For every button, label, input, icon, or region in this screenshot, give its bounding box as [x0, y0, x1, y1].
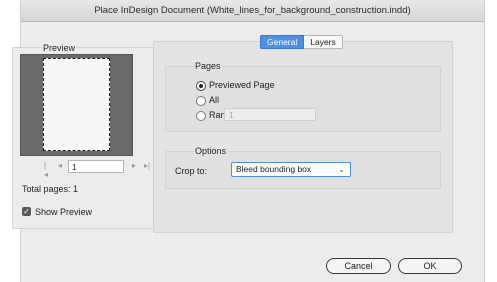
tab-layers[interactable]: Layers — [304, 35, 343, 49]
tab-bar: General Layers — [260, 35, 343, 49]
page-number-input[interactable]: 1 — [68, 160, 124, 173]
crop-to-label: Crop to: — [175, 166, 208, 176]
preview-page — [43, 58, 110, 151]
chevron-down-icon: ⌄ — [338, 165, 345, 174]
pages-group — [165, 66, 441, 132]
show-preview-label: Show Preview — [35, 207, 93, 217]
radio-on-icon[interactable] — [196, 81, 206, 91]
crop-to-value: Bleed bounding box — [236, 164, 312, 174]
total-pages-label: Total pages: 1 — [22, 184, 79, 194]
preview-thumbnail — [20, 54, 133, 156]
pages-legend: Pages — [194, 61, 222, 71]
last-page-icon[interactable]: ▸| — [144, 161, 150, 170]
checkbox-checked-icon[interactable]: ✓ — [22, 207, 31, 216]
first-page-icon[interactable]: |◂ — [44, 161, 48, 179]
tab-general[interactable]: General — [260, 35, 305, 49]
ok-button[interactable]: OK — [398, 258, 462, 274]
radio-off-icon[interactable] — [196, 96, 206, 106]
options-legend: Options — [194, 146, 228, 156]
next-page-icon[interactable]: ▸ — [132, 161, 136, 170]
crop-to-select[interactable]: Bleed bounding box ⌄ — [231, 162, 351, 177]
range-input[interactable]: 1 — [224, 108, 316, 121]
radio-off-icon[interactable] — [196, 111, 206, 121]
preview-legend: Preview — [42, 43, 77, 53]
prev-page-icon[interactable]: ◂ — [58, 161, 62, 170]
cancel-button[interactable]: Cancel — [326, 258, 391, 274]
radio-previewed-page-label: Previewed Page — [209, 80, 275, 90]
radio-all-label: All — [209, 95, 220, 105]
window-title: Place InDesign Document (White_lines_for… — [21, 0, 484, 22]
